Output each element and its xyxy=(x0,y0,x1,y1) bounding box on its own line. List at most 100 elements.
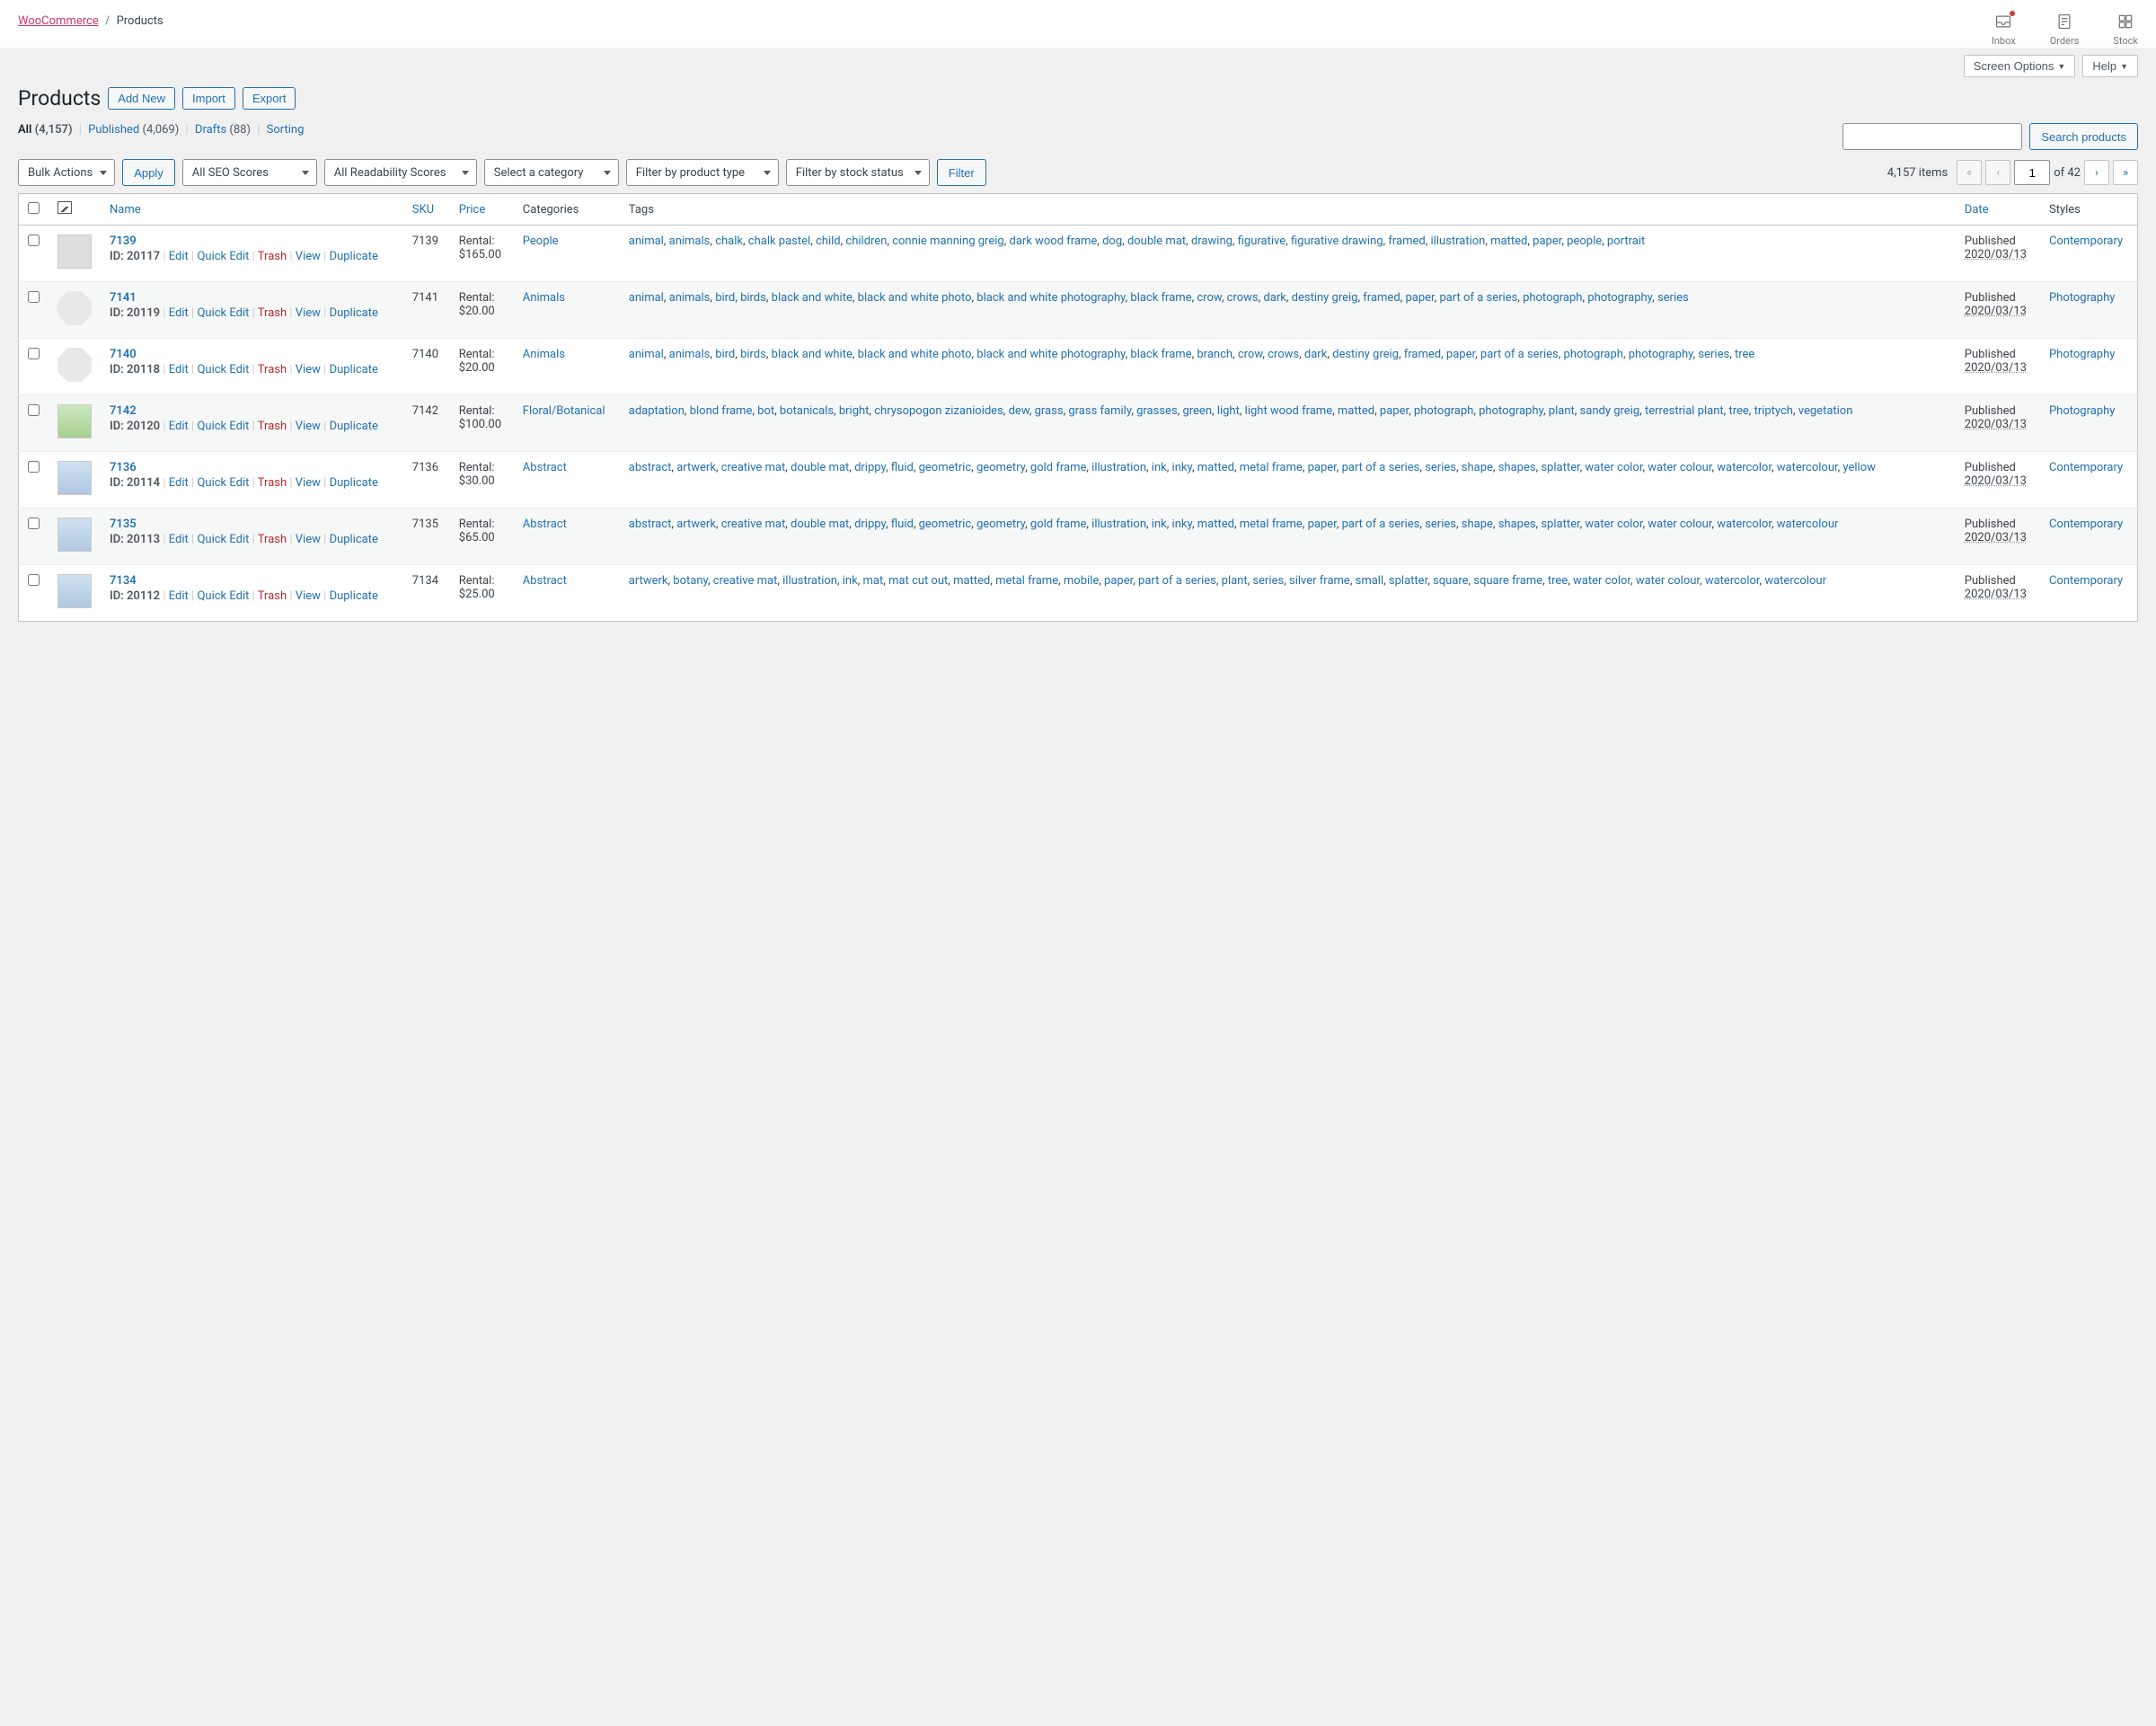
tag-link[interactable]: creative mat xyxy=(721,518,786,531)
tag-link[interactable]: matted xyxy=(1197,518,1234,531)
tag-link[interactable]: square frame xyxy=(1473,574,1542,588)
product-thumbnail[interactable] xyxy=(57,348,92,382)
tag-link[interactable]: paper xyxy=(1380,404,1409,418)
tag-link[interactable]: small xyxy=(1356,574,1384,588)
tag-link[interactable]: metal frame xyxy=(995,574,1058,588)
tag-link[interactable]: framed xyxy=(1404,348,1441,361)
edit-link[interactable]: Edit xyxy=(169,363,189,376)
tag-link[interactable]: bird xyxy=(715,291,735,305)
tag-link[interactable]: portrait xyxy=(1607,235,1645,248)
col-sku[interactable]: SKU xyxy=(412,203,434,217)
tag-link[interactable]: series xyxy=(1657,291,1689,305)
col-name[interactable]: Name xyxy=(110,203,141,217)
tag-link[interactable]: series xyxy=(1252,574,1284,588)
tag-link[interactable]: abstract xyxy=(629,461,672,474)
tag-link[interactable]: series xyxy=(1425,461,1456,474)
row-checkbox[interactable] xyxy=(28,404,40,416)
tag-link[interactable]: square xyxy=(1433,574,1469,588)
quick-edit-link[interactable]: Quick Edit xyxy=(197,250,249,263)
product-thumbnail[interactable] xyxy=(57,518,92,552)
tag-link[interactable]: drippy xyxy=(854,518,886,531)
row-checkbox[interactable] xyxy=(28,348,40,359)
tag-link[interactable]: animal xyxy=(629,291,664,305)
view-link[interactable]: View xyxy=(296,306,321,320)
tag-link[interactable]: animal xyxy=(629,348,664,361)
view-link[interactable]: View xyxy=(296,533,321,546)
tag-link[interactable]: ink xyxy=(1152,461,1167,474)
tag-link[interactable]: black and white photo xyxy=(858,291,972,305)
product-title-link[interactable]: 7142 xyxy=(110,404,137,418)
tag-link[interactable]: photograph xyxy=(1523,291,1582,305)
tag-link[interactable]: black and white photography xyxy=(976,348,1125,361)
tag-link[interactable]: mat xyxy=(863,574,884,588)
view-link[interactable]: View xyxy=(296,420,321,433)
filter-sorting[interactable]: Sorting xyxy=(267,123,305,137)
edit-link[interactable]: Edit xyxy=(169,306,189,320)
tag-link[interactable]: shape xyxy=(1462,461,1493,474)
tag-link[interactable]: dark xyxy=(1304,348,1327,361)
tag-link[interactable]: creative mat xyxy=(713,574,778,588)
tag-link[interactable]: paper xyxy=(1405,291,1434,305)
tag-link[interactable]: dark xyxy=(1263,291,1286,305)
tag-link[interactable]: bot xyxy=(757,404,774,418)
tag-link[interactable]: paper xyxy=(1446,348,1475,361)
search-input[interactable] xyxy=(1842,123,2022,150)
tag-link[interactable]: watercolor xyxy=(1705,574,1760,588)
product-thumbnail[interactable] xyxy=(57,235,92,269)
category-link[interactable]: Floral/Botanical xyxy=(523,404,605,418)
tag-link[interactable]: blond frame xyxy=(690,404,753,418)
tag-link[interactable]: illustration xyxy=(1091,461,1146,474)
tag-link[interactable]: mat cut out xyxy=(888,574,948,588)
tag-link[interactable]: paper xyxy=(1308,518,1337,531)
tag-link[interactable]: animal xyxy=(629,235,664,248)
category-link[interactable]: Abstract xyxy=(523,518,567,531)
tag-link[interactable]: gold frame xyxy=(1030,518,1086,531)
tag-link[interactable]: watercolour xyxy=(1764,574,1826,588)
tag-link[interactable]: part of a series xyxy=(1342,518,1420,531)
tag-link[interactable]: photograph xyxy=(1414,404,1473,418)
orders-nav[interactable]: Orders xyxy=(2050,13,2080,47)
tag-link[interactable]: water color xyxy=(1585,518,1642,531)
tag-link[interactable]: matted xyxy=(1338,404,1374,418)
edit-link[interactable]: Edit xyxy=(169,589,189,603)
product-title-link[interactable]: 7136 xyxy=(110,461,137,474)
style-link[interactable]: Contemporary xyxy=(2049,235,2123,248)
select-all-checkbox[interactable] xyxy=(28,202,40,214)
view-link[interactable]: View xyxy=(296,363,321,376)
tag-link[interactable]: matted xyxy=(1197,461,1234,474)
help-button[interactable]: Help ▼ xyxy=(2082,55,2138,77)
tag-link[interactable]: drippy xyxy=(854,461,886,474)
pagination-last[interactable]: » xyxy=(2113,160,2138,185)
row-checkbox[interactable] xyxy=(28,461,40,473)
tag-link[interactable]: yellow xyxy=(1842,461,1875,474)
duplicate-link[interactable]: Duplicate xyxy=(330,363,378,376)
category-link[interactable]: Animals xyxy=(523,348,565,361)
product-title-link[interactable]: 7139 xyxy=(110,235,137,248)
tag-link[interactable]: branch xyxy=(1197,348,1233,361)
tag-link[interactable]: crows xyxy=(1268,348,1299,361)
tag-link[interactable]: framed xyxy=(1388,235,1425,248)
tag-link[interactable]: tree xyxy=(1735,348,1754,361)
duplicate-link[interactable]: Duplicate xyxy=(330,250,378,263)
category-link[interactable]: Animals xyxy=(523,291,565,305)
tag-link[interactable]: tree xyxy=(1728,404,1748,418)
tag-link[interactable]: part of a series xyxy=(1138,574,1216,588)
quick-edit-link[interactable]: Quick Edit xyxy=(197,476,249,490)
tag-link[interactable]: watercolour xyxy=(1777,461,1838,474)
tag-link[interactable]: dark wood frame xyxy=(1009,235,1097,248)
style-link[interactable]: Photography xyxy=(2049,348,2115,361)
filter-all[interactable]: All (4,157) xyxy=(18,123,73,137)
tag-link[interactable]: dog xyxy=(1102,235,1122,248)
tag-link[interactable]: metal frame xyxy=(1240,461,1303,474)
tag-link[interactable]: paper xyxy=(1533,235,1561,248)
style-link[interactable]: Photography xyxy=(2049,404,2115,418)
tag-link[interactable]: animals xyxy=(669,291,711,305)
tag-link[interactable]: part of a series xyxy=(1342,461,1420,474)
tag-link[interactable]: gold frame xyxy=(1030,461,1086,474)
trash-link[interactable]: Trash xyxy=(258,250,287,263)
product-thumbnail[interactable] xyxy=(57,404,92,438)
tag-link[interactable]: light wood frame xyxy=(1245,404,1332,418)
style-link[interactable]: Contemporary xyxy=(2049,461,2123,474)
tag-link[interactable]: splatter xyxy=(1541,461,1579,474)
bulk-apply-button[interactable]: Apply xyxy=(122,159,175,186)
